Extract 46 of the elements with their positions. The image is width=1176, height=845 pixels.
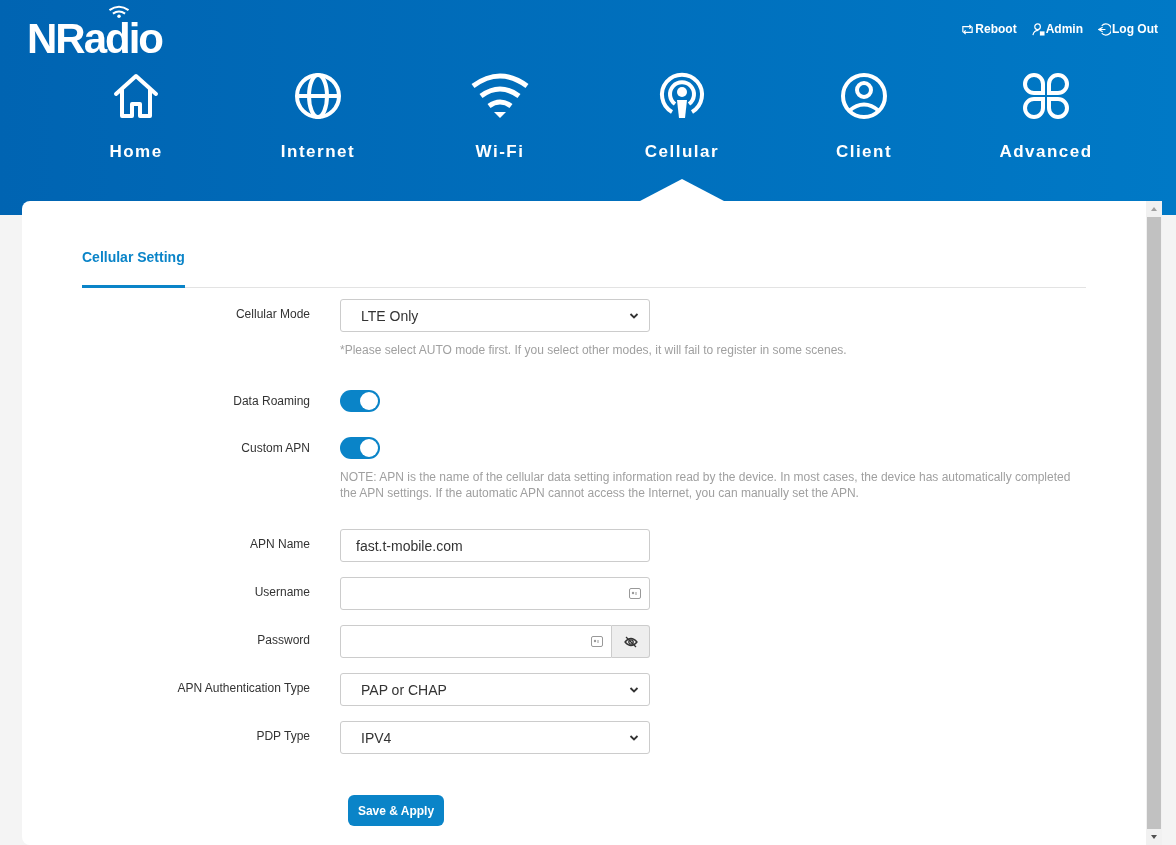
scroll-up-icon[interactable] xyxy=(1150,205,1158,213)
field-label: APN Authentication Type xyxy=(176,680,310,697)
user-lock-icon xyxy=(1031,22,1045,36)
reboot-icon xyxy=(961,22,975,36)
eye-slash-icon xyxy=(623,634,638,649)
nav-item[interactable]: Internet xyxy=(227,68,409,201)
help-text: *Please select AUTO mode first. If you select other modes, it will fail to register in some scenes. xyxy=(340,342,848,358)
dropdown[interactable]: IPV4 xyxy=(340,721,650,754)
user-icon xyxy=(840,72,888,120)
nav-item[interactable]: Cellular xyxy=(591,68,773,201)
tab[interactable]: Cellular Setting xyxy=(82,249,185,288)
logo: NRadio xyxy=(27,19,162,59)
nav-item[interactable]: Client xyxy=(773,68,955,201)
autofill-icon[interactable] xyxy=(591,635,603,648)
signal-waves-icon xyxy=(106,5,132,18)
dropdown[interactable]: LTE Only xyxy=(340,299,650,332)
antenna-icon xyxy=(658,72,706,120)
password-field[interactable] xyxy=(340,625,612,658)
field-label: Cellular Mode xyxy=(234,306,310,323)
logout-icon xyxy=(1098,22,1111,36)
apps-icon xyxy=(1022,72,1070,120)
input-field[interactable]: fast.t-mobile.com xyxy=(340,529,650,562)
header-link[interactable]: Admin xyxy=(1031,22,1083,36)
dropdown[interactable]: PAP or CHAP xyxy=(340,673,650,706)
field-label: PDP Type xyxy=(255,728,310,745)
header-link[interactable]: Log Out xyxy=(1098,22,1158,36)
scroll-down-icon[interactable] xyxy=(1150,833,1158,841)
nav-item[interactable]: Advanced xyxy=(955,68,1137,201)
header-link[interactable]: Reboot xyxy=(961,22,1017,36)
input-field[interactable] xyxy=(340,577,650,610)
field-label: Custom APN xyxy=(240,440,310,457)
wifi-icon xyxy=(470,72,530,120)
house-icon xyxy=(112,72,160,120)
show-password-button[interactable] xyxy=(612,625,650,658)
field-label: Data Roaming xyxy=(232,393,310,410)
help-text: NOTE: APN is the name of the cellular data setting information read by the device. In most cases, the device has automatically completed the APN settings. If the automatic APN cannot access the Internet, you can manually set the APN. xyxy=(340,469,1072,501)
save-apply-button[interactable]: Save & Apply xyxy=(348,795,444,826)
nav-item[interactable]: Wi-Fi xyxy=(409,68,591,201)
globe-icon xyxy=(294,72,342,120)
field-label: Username xyxy=(253,584,310,601)
toggle-switch[interactable] xyxy=(340,437,380,459)
field-label: APN Name xyxy=(248,536,310,553)
nav-item[interactable]: Home xyxy=(45,68,227,201)
autofill-icon[interactable] xyxy=(629,587,641,600)
toggle-switch[interactable] xyxy=(340,390,380,412)
field-label: Password xyxy=(256,632,310,649)
